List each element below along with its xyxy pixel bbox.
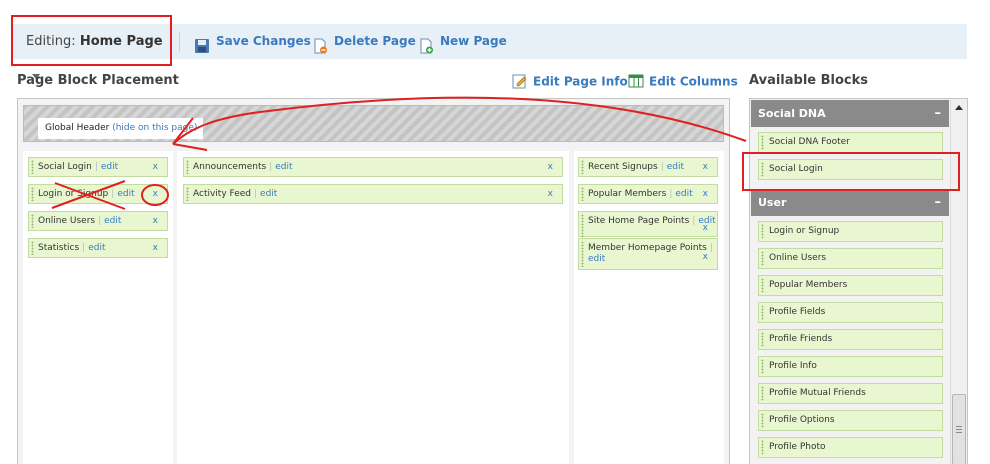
group-header-social-dna[interactable]: Social DNA – xyxy=(751,100,949,127)
scroll-up-arrow-icon[interactable] xyxy=(955,105,963,110)
edit-link[interactable]: edit xyxy=(88,243,105,253)
available-block[interactable]: Online Users xyxy=(758,248,943,269)
placed-block[interactable]: Site Home Page Points | edit x xyxy=(578,211,718,240)
left-column: Social Login | edit x Login or Signup | edit x… xyxy=(23,151,173,464)
separator: | xyxy=(660,162,664,172)
save-changes-button[interactable]: Save Changes xyxy=(194,24,311,59)
placed-block[interactable]: Popular Members | edit x xyxy=(578,184,718,204)
separator: | xyxy=(709,243,713,253)
group-title: Social DNA xyxy=(758,107,826,120)
block-label: Social Login xyxy=(38,162,92,172)
separator: | xyxy=(111,189,115,199)
placed-block[interactable]: Online Users | edit x xyxy=(28,211,168,231)
edit-link[interactable]: edit xyxy=(588,254,605,264)
separator: | xyxy=(98,216,102,226)
block-label: Announcements xyxy=(193,162,267,172)
remove-button[interactable]: x xyxy=(703,252,708,263)
remove-button[interactable]: x xyxy=(703,223,708,234)
edit-page-info-label: Edit Page Info xyxy=(533,74,628,89)
grip-icon xyxy=(956,426,962,433)
placed-block[interactable]: Member Homepage Points | edit x xyxy=(578,238,718,270)
available-blocks-heading: Available Blocks xyxy=(749,73,869,88)
columns-icon xyxy=(628,73,644,89)
remove-button[interactable]: x xyxy=(153,239,158,257)
placed-block[interactable]: Announcements | edit x xyxy=(183,157,563,177)
placed-block[interactable]: Social Login | edit x xyxy=(28,157,168,177)
annotation-box-social-login xyxy=(742,152,960,191)
placed-block[interactable]: Statistics | edit x xyxy=(28,238,168,258)
global-header-label: Global Header xyxy=(45,123,110,133)
remove-button[interactable]: x xyxy=(153,158,158,176)
delete-page-icon xyxy=(312,33,328,53)
separator: | xyxy=(94,162,98,172)
available-block[interactable]: Profile Fields xyxy=(758,302,943,323)
placed-block[interactable]: Login or Signup | edit x xyxy=(28,184,168,204)
annotation-box-editing xyxy=(11,15,172,66)
separator: | xyxy=(692,216,696,226)
available-block[interactable]: Popular Members xyxy=(758,275,943,296)
remove-button[interactable]: x xyxy=(703,158,708,176)
block-label: Member Homepage Points xyxy=(588,243,707,253)
edit-columns-link[interactable]: Edit Columns xyxy=(628,74,738,90)
new-page-icon xyxy=(418,33,434,53)
edit-columns-label: Edit Columns xyxy=(649,74,738,89)
new-page-label: New Page xyxy=(440,34,507,48)
collapse-icon[interactable]: – xyxy=(935,189,942,216)
right-column: Recent Signups | edit x Popular Members | edi… xyxy=(574,151,724,464)
toolbar-divider xyxy=(179,32,180,52)
page-block-placement-heading: Page Block Placement xyxy=(17,73,179,88)
block-label: Site Home Page Points xyxy=(588,216,690,226)
save-icon xyxy=(194,33,210,53)
placed-block[interactable]: Activity Feed | edit x xyxy=(183,184,563,204)
middle-column: Announcements | edit x Activity Feed | edit x xyxy=(177,151,569,464)
edit-link[interactable]: edit xyxy=(104,216,121,226)
available-block[interactable]: Profile Info xyxy=(758,356,943,377)
separator: | xyxy=(669,189,673,199)
available-block[interactable]: Profile Options xyxy=(758,410,943,431)
block-label: Recent Signups xyxy=(588,162,658,172)
block-label: Online Users xyxy=(38,216,96,226)
edit-link[interactable]: edit xyxy=(101,162,118,172)
available-block[interactable]: Social DNA Footer xyxy=(758,132,943,153)
global-header-block[interactable]: Global Header (hide on this page) xyxy=(38,118,204,139)
placed-block[interactable]: Recent Signups | edit x xyxy=(578,157,718,177)
hide-on-page-link[interactable]: (hide on this page) xyxy=(112,123,197,133)
save-changes-label: Save Changes xyxy=(216,34,311,48)
group-title: User xyxy=(758,196,787,209)
remove-button[interactable]: x xyxy=(548,185,553,203)
separator: | xyxy=(269,162,273,172)
edit-page-info-link[interactable]: Edit Page Info xyxy=(512,74,628,90)
edit-link[interactable]: edit xyxy=(117,189,134,199)
separator: | xyxy=(254,189,258,199)
remove-button[interactable]: x xyxy=(153,212,158,230)
new-page-button[interactable]: New Page xyxy=(418,24,507,59)
available-block[interactable]: Login or Signup xyxy=(758,221,943,242)
block-label: Popular Members xyxy=(588,189,667,199)
edit-link[interactable]: edit xyxy=(260,189,277,199)
remove-button[interactable]: x xyxy=(153,185,158,203)
available-block[interactable]: Profile Photo xyxy=(758,437,943,458)
block-label: Activity Feed xyxy=(193,189,251,199)
edit-link[interactable]: edit xyxy=(275,162,292,172)
block-label: Statistics xyxy=(38,243,80,253)
block-label: Login or Signup xyxy=(38,189,109,199)
edit-link[interactable]: edit xyxy=(675,189,692,199)
global-header-zone: Global Header (hide on this page) xyxy=(23,105,724,142)
delete-page-label: Delete Page xyxy=(334,34,416,48)
separator: | xyxy=(82,243,86,253)
collapse-icon[interactable]: – xyxy=(935,100,942,127)
remove-button[interactable]: x xyxy=(548,158,553,176)
edit-link[interactable]: edit xyxy=(667,162,684,172)
delete-page-button[interactable]: Delete Page xyxy=(312,24,416,59)
remove-button[interactable]: x xyxy=(703,185,708,203)
available-block[interactable]: Profile Mutual Friends xyxy=(758,383,943,404)
available-block[interactable]: Profile Friends xyxy=(758,329,943,350)
edit-page-icon xyxy=(512,73,528,89)
group-header-user[interactable]: User – xyxy=(751,189,949,216)
scroll-thumb[interactable] xyxy=(952,394,966,464)
